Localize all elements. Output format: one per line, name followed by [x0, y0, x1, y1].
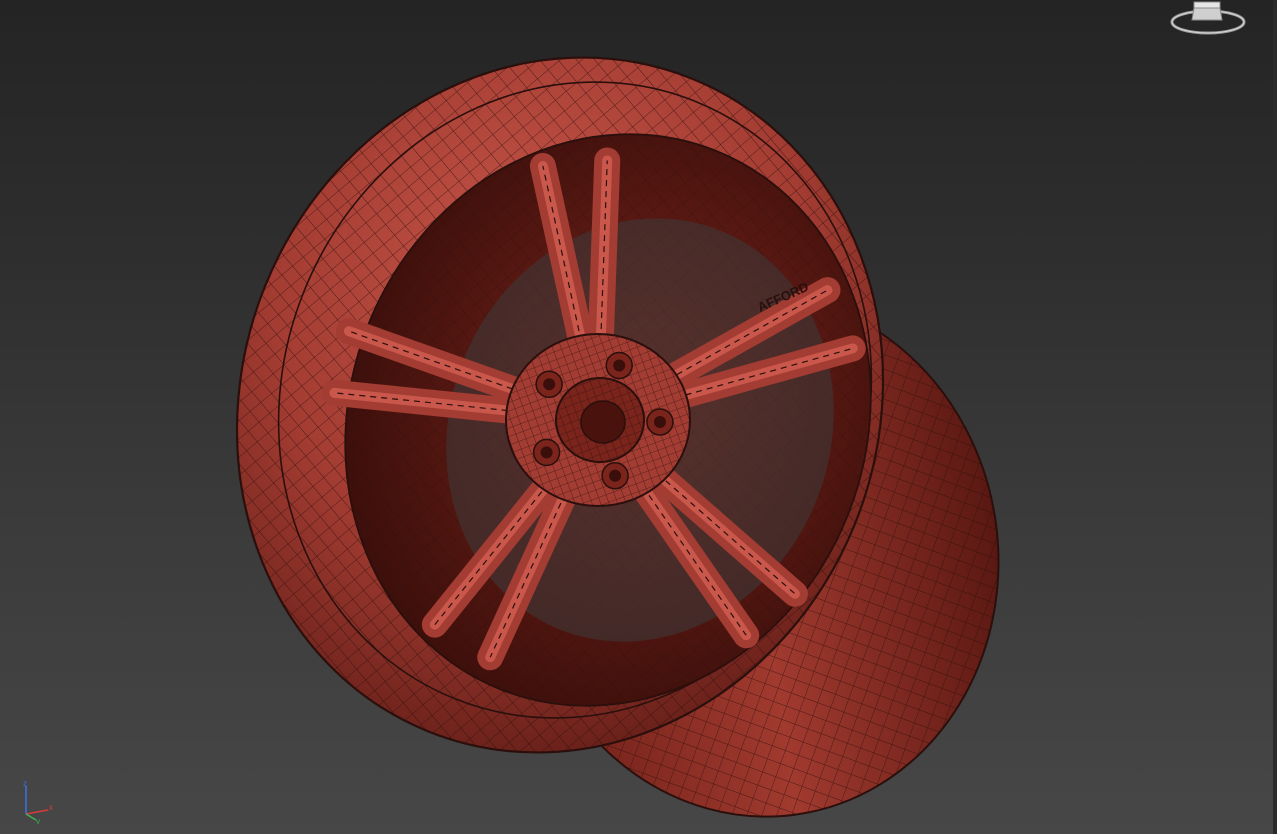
lug-nut-hole — [613, 359, 626, 372]
wheel-rim-model[interactable]: AFFORD — [0, 0, 1277, 834]
y-axis-label: y — [36, 817, 40, 824]
lug-nut-hole — [609, 469, 622, 482]
viewport-right-border — [1273, 0, 1277, 834]
x-axis-label: x — [49, 803, 53, 812]
viewcube-icon[interactable] — [1167, 0, 1249, 44]
z-axis-label: z — [23, 780, 27, 788]
y-axis — [25, 813, 37, 821]
x-axis — [25, 809, 49, 815]
axis-tripod-icon: z x y — [14, 779, 58, 826]
lug-nut-hole — [540, 446, 553, 459]
3d-viewport[interactable]: AFFORD z x y — [0, 0, 1277, 834]
lug-nut-hole — [653, 416, 666, 429]
lug-nut-hole — [543, 378, 556, 391]
